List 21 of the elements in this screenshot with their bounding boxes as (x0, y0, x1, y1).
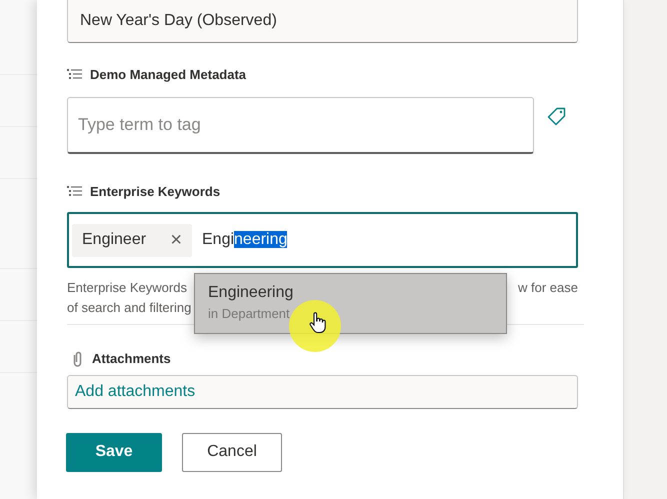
keyword-chip[interactable]: Engineer × (72, 224, 192, 256)
hand-cursor-icon (309, 312, 326, 334)
list-icon (67, 69, 82, 80)
help-text: Enterprise Keywords (67, 279, 187, 297)
title-field[interactable]: New Year's Day (Observed) (67, 0, 578, 43)
help-text: of search and filtering (67, 300, 192, 315)
add-attachments-link[interactable]: Add attachments (75, 380, 196, 404)
input-field[interactable]: Type term to tag (67, 96, 534, 154)
help-text: w for ease (518, 279, 578, 297)
keyword-field[interactable]: Engineer × Engineering (67, 212, 578, 268)
tag-icon[interactable] (547, 106, 566, 126)
remove-button[interactable]: × (170, 230, 182, 250)
save-button[interactable]: Save (66, 432, 162, 472)
paperclip-icon (73, 350, 82, 367)
field-label: Enterprise Keywords (90, 182, 220, 201)
typed-text[interactable]: Engineering (202, 228, 288, 252)
cancel-button[interactable]: Cancel (182, 432, 282, 472)
field-label: Demo Managed Metadata (90, 66, 246, 84)
list-icon (67, 186, 82, 197)
suggestion-item[interactable]: Engineering in Department (194, 273, 507, 334)
field-label: Attachments (92, 350, 171, 368)
